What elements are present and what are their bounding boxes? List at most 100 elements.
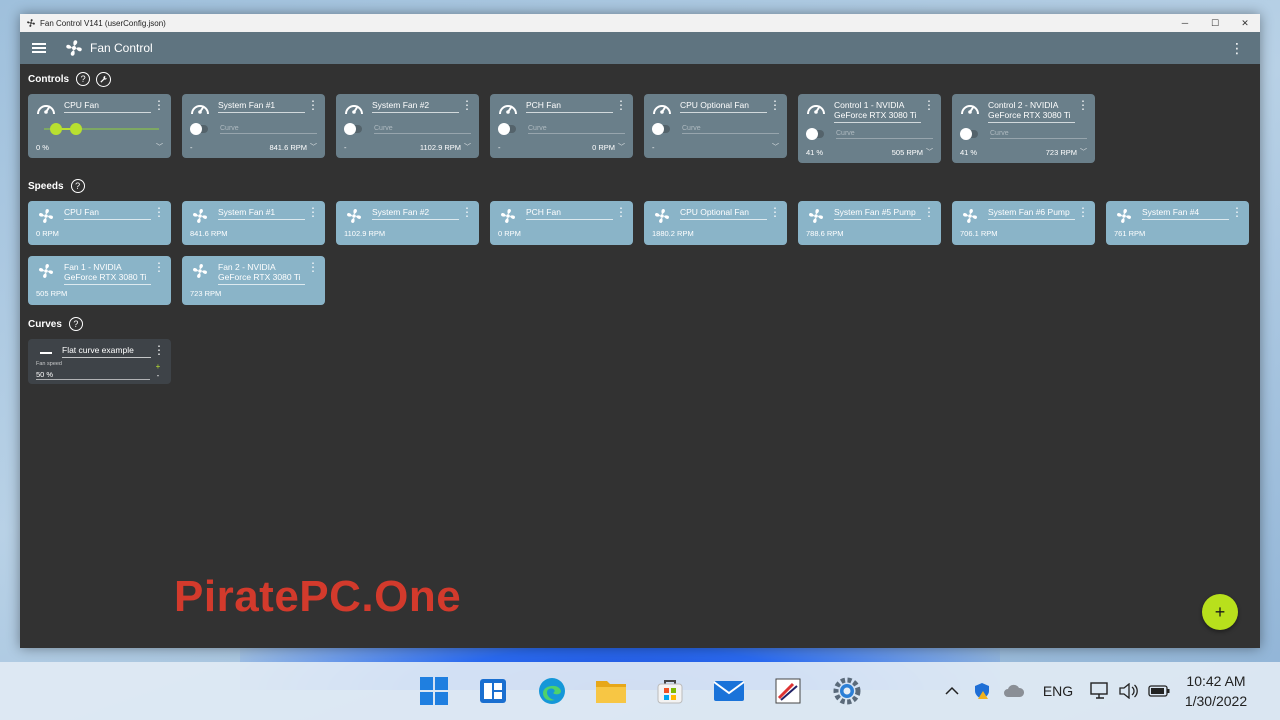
battery-icon[interactable] — [1142, 662, 1176, 720]
control-name[interactable]: Control 1 - NVIDIA GeForce RTX 3080 Ti — [834, 100, 921, 123]
store-icon[interactable] — [650, 671, 690, 711]
manual-control-toggle[interactable] — [960, 128, 978, 140]
speed-sensor-name[interactable]: System Fan #2 — [372, 207, 459, 220]
control-name[interactable]: Control 2 - NVIDIA GeForce RTX 3080 Ti — [988, 100, 1075, 123]
file-explorer-icon[interactable] — [591, 671, 631, 711]
more-vert-icon[interactable]: ⋮ — [1226, 41, 1248, 55]
language-indicator[interactable]: ENG — [1030, 662, 1086, 720]
speed-card[interactable]: System Fan #4 ⋮ 761 RPM — [1106, 201, 1249, 245]
control-card[interactable]: PCH Fan ⋮ Curve - 0 RPM ﹀ — [490, 94, 633, 158]
control-card[interactable]: Control 1 - NVIDIA GeForce RTX 3080 Ti ⋮ C… — [798, 94, 941, 163]
more-vert-icon[interactable]: ⋮ — [769, 206, 781, 218]
more-vert-icon[interactable]: ⋮ — [153, 206, 165, 218]
curve-select[interactable]: Curve — [528, 125, 625, 134]
more-vert-icon[interactable]: ⋮ — [307, 206, 319, 218]
mail-icon[interactable] — [709, 671, 749, 711]
chevron-down-icon[interactable]: ﹀ — [464, 142, 471, 152]
more-vert-icon[interactable]: ⋮ — [615, 206, 627, 218]
help-icon[interactable]: ? — [76, 72, 91, 86]
control-card[interactable]: CPU Optional Fan ⋮ Curve - ﹀ — [644, 94, 787, 158]
hamburger-menu-icon[interactable] — [32, 41, 46, 55]
more-vert-icon[interactable]: ⋮ — [461, 206, 473, 218]
more-vert-icon[interactable]: ⋮ — [769, 99, 781, 111]
curve-select[interactable]: Curve — [836, 130, 933, 139]
more-vert-icon[interactable]: ⋮ — [1231, 206, 1243, 218]
security-shield-icon[interactable] — [966, 662, 998, 720]
manual-control-toggle[interactable] — [190, 123, 208, 135]
help-icon[interactable]: ? — [70, 179, 85, 193]
chevron-down-icon[interactable]: ﹀ — [772, 142, 779, 152]
curve-select[interactable]: Curve — [682, 125, 779, 134]
decrease-button[interactable]: - — [153, 371, 163, 380]
more-vert-icon[interactable]: ⋮ — [1077, 206, 1089, 218]
speed-sensor-name[interactable]: CPU Fan — [64, 207, 151, 220]
speed-sensor-name[interactable]: Fan 1 - NVIDIA GeForce RTX 3080 Ti — [64, 262, 151, 285]
widgets-icon[interactable] — [473, 671, 513, 711]
paint-icon[interactable] — [768, 671, 808, 711]
curve-name[interactable]: Flat curve example — [62, 345, 151, 358]
control-name[interactable]: CPU Fan — [64, 100, 151, 113]
control-card[interactable]: System Fan #2 ⋮ Curve - 1102.9 RPM ﹀ — [336, 94, 479, 158]
control-slider[interactable] — [44, 120, 159, 138]
speed-card[interactable]: System Fan #1 ⋮ 841.6 RPM — [182, 201, 325, 245]
speed-card[interactable]: Fan 2 - NVIDIA GeForce RTX 3080 Ti ⋮ 723 R… — [182, 256, 325, 305]
control-name[interactable]: System Fan #1 — [218, 100, 305, 113]
help-icon[interactable]: ? — [68, 317, 83, 331]
increase-button[interactable]: + — [153, 362, 163, 371]
network-icon[interactable] — [1086, 662, 1114, 720]
onedrive-cloud-icon[interactable] — [998, 662, 1030, 720]
edge-icon[interactable] — [532, 671, 572, 711]
curve-card[interactable]: Flat curve example ⋮ Fan speed 50 % + - — [28, 339, 171, 384]
more-vert-icon[interactable]: ⋮ — [1077, 99, 1089, 111]
manual-control-toggle[interactable] — [344, 123, 362, 135]
speed-sensor-name[interactable]: CPU Optional Fan — [680, 207, 767, 220]
speed-card[interactable]: System Fan #2 ⋮ 1102.9 RPM — [336, 201, 479, 245]
more-vert-icon[interactable]: ⋮ — [615, 99, 627, 111]
speed-card[interactable]: PCH Fan ⋮ 0 RPM — [490, 201, 633, 245]
minimize-button[interactable]: ─ — [1170, 14, 1200, 32]
chevron-down-icon[interactable]: ﹀ — [1080, 147, 1087, 157]
start-icon[interactable] — [414, 671, 454, 711]
chevron-down-icon[interactable]: ﹀ — [156, 142, 163, 152]
add-button[interactable]: + — [1202, 594, 1238, 630]
slider-handle-min[interactable] — [50, 123, 62, 135]
more-vert-icon[interactable]: ⋮ — [461, 99, 473, 111]
more-vert-icon[interactable]: ⋮ — [153, 344, 165, 356]
chevron-down-icon[interactable]: ﹀ — [618, 142, 625, 152]
manual-control-toggle[interactable] — [652, 123, 670, 135]
speed-card[interactable]: CPU Fan ⋮ 0 RPM — [28, 201, 171, 245]
wrench-icon[interactable] — [96, 71, 112, 87]
curve-select[interactable]: Curve — [220, 125, 317, 134]
speed-sensor-name[interactable]: System Fan #1 — [218, 207, 305, 220]
speed-sensor-name[interactable]: PCH Fan — [526, 207, 613, 220]
speed-sensor-name[interactable]: System Fan #4 — [1142, 207, 1229, 220]
more-vert-icon[interactable]: ⋮ — [307, 261, 319, 273]
speed-card[interactable]: System Fan #5 Pump ⋮ 788.6 RPM — [798, 201, 941, 245]
speed-card[interactable]: Fan 1 - NVIDIA GeForce RTX 3080 Ti ⋮ 505 R… — [28, 256, 171, 305]
more-vert-icon[interactable]: ⋮ — [923, 99, 935, 111]
more-vert-icon[interactable]: ⋮ — [153, 261, 165, 273]
speed-sensor-name[interactable]: Fan 2 - NVIDIA GeForce RTX 3080 Ti — [218, 262, 305, 285]
fan-speed-field[interactable]: Fan speed 50 % — [36, 361, 150, 380]
chevron-down-icon[interactable]: ﹀ — [926, 147, 933, 157]
chevron-up-icon[interactable] — [938, 662, 966, 720]
settings-icon[interactable] — [827, 671, 867, 711]
close-button[interactable]: ✕ — [1230, 14, 1260, 32]
slider-handle-max[interactable] — [70, 123, 82, 135]
control-card[interactable]: System Fan #1 ⋮ Curve - 841.6 RPM ﹀ — [182, 94, 325, 158]
manual-control-toggle[interactable] — [806, 128, 824, 140]
speed-card[interactable]: System Fan #6 Pump ⋮ 706.1 RPM — [952, 201, 1095, 245]
more-vert-icon[interactable]: ⋮ — [307, 99, 319, 111]
speed-sensor-name[interactable]: System Fan #6 Pump — [988, 207, 1075, 220]
manual-control-toggle[interactable] — [498, 123, 516, 135]
curve-select[interactable]: Curve — [990, 130, 1087, 139]
curve-select[interactable]: Curve — [374, 125, 471, 134]
chevron-down-icon[interactable]: ﹀ — [310, 142, 317, 152]
control-name[interactable]: CPU Optional Fan — [680, 100, 767, 113]
control-name[interactable]: PCH Fan — [526, 100, 613, 113]
speed-card[interactable]: CPU Optional Fan ⋮ 1880.2 RPM — [644, 201, 787, 245]
speed-sensor-name[interactable]: System Fan #5 Pump — [834, 207, 921, 220]
control-card[interactable]: CPU Fan ⋮ 0 % ﹀ — [28, 94, 171, 158]
control-card[interactable]: Control 2 - NVIDIA GeForce RTX 3080 Ti ⋮ C… — [952, 94, 1095, 163]
more-vert-icon[interactable]: ⋮ — [153, 99, 165, 111]
